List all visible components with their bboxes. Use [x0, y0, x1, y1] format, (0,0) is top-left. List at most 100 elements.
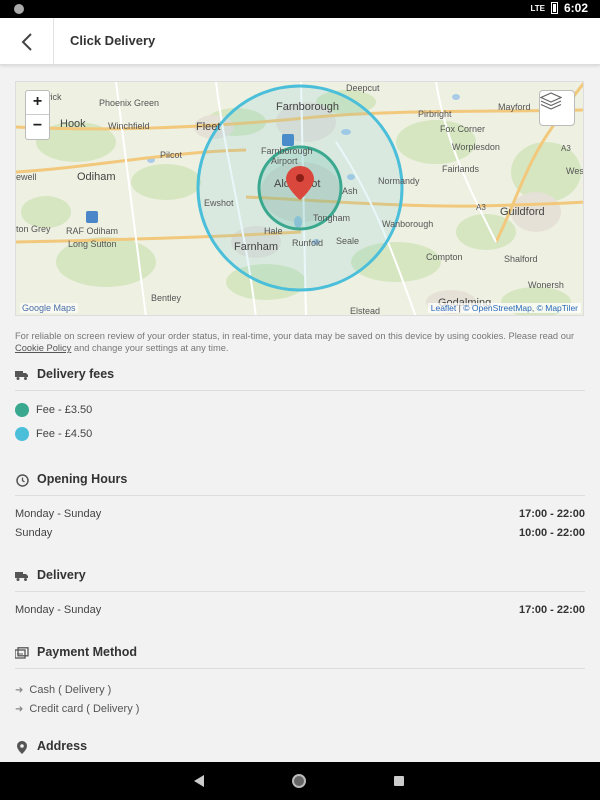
back-button[interactable]: [0, 18, 54, 65]
svg-text:Fox Corner: Fox Corner: [440, 124, 485, 134]
leaflet-link[interactable]: Leaflet: [431, 303, 457, 313]
app-header: Click Delivery: [0, 18, 600, 65]
cookie-text-after: and change your settings at any time.: [73, 343, 229, 353]
fee-item: Fee - £3.50: [15, 403, 92, 417]
cookie-text-before: For reliable on screen review of your or…: [15, 331, 575, 341]
svg-text:ton Grey: ton Grey: [16, 224, 51, 234]
fee-color-dot: [15, 403, 29, 417]
camera-icon: [14, 4, 24, 14]
maptiler-link[interactable]: © MapTiler: [537, 303, 578, 313]
svg-text:Farnborough: Farnborough: [276, 101, 339, 113]
svg-text:Odiham: Odiham: [77, 171, 116, 183]
svg-text:Seale: Seale: [336, 236, 359, 246]
svg-text:Wanborough: Wanborough: [382, 219, 433, 229]
arrow-right-icon: ➜: [15, 684, 24, 696]
fee-label: Fee - £3.50: [36, 404, 93, 416]
opening-hours-title: Opening Hours: [37, 472, 128, 486]
truck-icon: [15, 569, 29, 583]
battery-icon: [550, 2, 558, 14]
system-nav-bar: [0, 762, 600, 800]
delivery-map[interactable]: Deepcut Farnborough Pirbright Mayford er…: [15, 81, 584, 316]
svg-text:Compton: Compton: [426, 252, 463, 262]
hours-day: Sunday: [15, 527, 53, 539]
fee-label: Fee - £4.50: [36, 428, 93, 440]
svg-text:West: West: [566, 166, 584, 176]
svg-text:Ewshot: Ewshot: [204, 198, 234, 208]
svg-text:Long Sutton: Long Sutton: [68, 239, 117, 249]
payment-item: ➜ Credit card ( Delivery ): [15, 703, 139, 715]
svg-text:Mayford: Mayford: [498, 102, 531, 112]
delivery-time: 17:00 - 22:00: [518, 604, 585, 616]
svg-text:Phoenix Green: Phoenix Green: [99, 98, 159, 108]
hours-time: 10:00 - 22:00: [518, 527, 585, 539]
svg-text:Worplesdon: Worplesdon: [452, 142, 500, 152]
svg-text:Fleet: Fleet: [196, 121, 220, 133]
svg-text:Fairlands: Fairlands: [442, 164, 480, 174]
map-attribution: Leaflet | © OpenStreetMap, © MapTiler: [427, 303, 581, 313]
payment-label: Credit card ( Delivery ): [29, 703, 140, 715]
cookie-notice: For reliable on screen review of your or…: [15, 330, 585, 354]
address-title: Address: [37, 739, 88, 753]
hours-row: Monday - Sunday 17:00 - 22:00: [15, 508, 585, 520]
nav-back-icon[interactable]: [193, 775, 205, 787]
svg-text:Elstead: Elstead: [350, 306, 380, 316]
map-tiles: Deepcut Farnborough Pirbright Mayford er…: [16, 82, 584, 316]
payment-label: Cash ( Delivery ): [29, 684, 112, 696]
map-attribution-google: Google Maps: [20, 303, 78, 313]
svg-text:Hale: Hale: [264, 226, 283, 236]
chevron-left-icon: [21, 32, 32, 51]
hours-time: 17:00 - 22:00: [518, 508, 585, 520]
svg-text:A3: A3: [561, 144, 571, 153]
svg-text:Normandy: Normandy: [378, 176, 420, 186]
fee-color-dot: [15, 427, 29, 441]
svg-text:Farnborough: Farnborough: [261, 146, 313, 156]
delivery-fees-header: Delivery fees: [15, 367, 585, 391]
zoom-out-button[interactable]: −: [26, 115, 49, 139]
delivery-hours-row: Monday - Sunday 17:00 - 22:00: [15, 604, 585, 616]
svg-text:Pirbright: Pirbright: [418, 109, 452, 119]
opening-hours-header: Opening Hours: [15, 472, 585, 496]
svg-text:Tongham: Tongham: [313, 213, 350, 223]
cookie-policy-link[interactable]: Cookie Policy: [15, 343, 71, 353]
payment-title: Payment Method: [37, 645, 138, 659]
osm-link[interactable]: © OpenStreetMap: [463, 303, 532, 313]
arrow-right-icon: ➜: [15, 703, 24, 715]
svg-text:Shalford: Shalford: [504, 254, 538, 264]
map-layers-button[interactable]: [539, 90, 575, 126]
svg-text:Winchfield: Winchfield: [108, 121, 150, 131]
svg-text:Deepcut: Deepcut: [346, 83, 380, 93]
payment-header: Payment Method: [15, 645, 585, 669]
network-indicator: LTE: [530, 3, 545, 13]
zoom-in-button[interactable]: +: [26, 91, 49, 115]
nav-home-icon[interactable]: [292, 774, 306, 788]
delivery-fees-title: Delivery fees: [37, 367, 115, 381]
svg-text:Hook: Hook: [60, 118, 86, 130]
svg-text:A3: A3: [476, 203, 486, 212]
svg-text:Ash: Ash: [342, 186, 358, 196]
fee-item: Fee - £4.50: [15, 427, 92, 441]
attribution-comma: ,: [531, 303, 535, 313]
svg-text:Farnham: Farnham: [234, 241, 278, 253]
svg-text:Wonersh: Wonersh: [528, 280, 564, 290]
svg-text:Pilcot: Pilcot: [160, 150, 183, 160]
payment-item: ➜ Cash ( Delivery ): [15, 684, 111, 696]
clock-time: 6:02: [563, 1, 588, 15]
status-bar: LTE 6:02: [0, 0, 600, 18]
address-header: Address: [15, 739, 585, 762]
clock-icon: [15, 473, 29, 487]
svg-text:Guildford: Guildford: [500, 206, 545, 218]
hours-day: Monday - Sunday: [15, 508, 102, 520]
svg-text:RAF Odiham: RAF Odiham: [66, 226, 118, 236]
nav-recents-icon[interactable]: [394, 776, 404, 786]
map-pin-icon: [15, 740, 29, 754]
map-zoom-control: + −: [25, 90, 50, 140]
delivery-title: Delivery: [37, 568, 86, 582]
hours-row: Sunday 10:00 - 22:00: [15, 527, 585, 539]
delivery-header: Delivery: [15, 568, 585, 592]
delivery-day: Monday - Sunday: [15, 604, 102, 616]
svg-text:Bentley: Bentley: [151, 293, 182, 303]
attribution-separator: |: [458, 303, 461, 313]
layers-icon: [540, 92, 562, 110]
svg-text:ewell: ewell: [16, 172, 37, 182]
truck-icon: [15, 368, 29, 382]
